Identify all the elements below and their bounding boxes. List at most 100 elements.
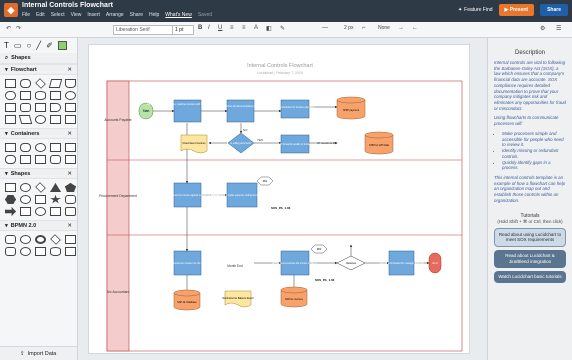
shape-manual[interactable] — [50, 91, 61, 100]
shape-merge[interactable] — [50, 115, 61, 124]
lane-label-accountant[interactable]: A/c Accountant — [107, 290, 130, 294]
underline-icon[interactable]: U — [218, 25, 222, 35]
shape-storage[interactable] — [65, 103, 76, 112]
document-title[interactable]: Internal Controls Flowchart — [22, 2, 113, 9]
shape-cross[interactable] — [35, 195, 46, 204]
menu-edit[interactable]: Edit — [36, 12, 45, 18]
shape-ellipse[interactable] — [20, 195, 31, 204]
shape-pentagon[interactable] — [65, 183, 76, 192]
shape-prep[interactable] — [18, 115, 33, 124]
shape-data-object[interactable] — [65, 235, 76, 244]
whats-new-link[interactable]: What's New — [165, 12, 192, 18]
shape-document[interactable] — [65, 79, 76, 88]
shape-square[interactable] — [5, 183, 16, 192]
shape-ring[interactable] — [35, 207, 46, 216]
swimlane-pool[interactable] — [106, 80, 463, 352]
shape-diamond[interactable] — [35, 182, 46, 193]
shape-decision[interactable] — [35, 78, 46, 89]
shape-container-circle[interactable] — [35, 143, 46, 152]
line-style-icon[interactable]: — — [322, 25, 328, 35]
shape-card[interactable] — [35, 103, 46, 112]
shape-intermediate-event[interactable] — [20, 247, 31, 256]
line-width-select[interactable]: 2 px — [344, 25, 353, 35]
arrow-end-icon[interactable]: → — [398, 25, 404, 35]
tutorial-button-sox[interactable]: Read about using Lucidchart to meet SOX … — [494, 227, 566, 248]
align-left-icon[interactable]: ≡ — [230, 25, 234, 35]
lucidchart-logo-icon[interactable]: ◆ — [4, 3, 18, 17]
canvas-area[interactable]: Internal Controls Flowchart Lucidchart |… — [79, 38, 487, 360]
menu-arrange[interactable]: Arrange — [106, 12, 124, 18]
shape-pool-bpmn[interactable] — [35, 247, 46, 256]
shape-start-event[interactable] — [20, 235, 31, 244]
close-icon[interactable]: ✕ — [67, 171, 72, 177]
font-size-select[interactable]: 1 pt — [172, 25, 194, 35]
shape-sort[interactable] — [65, 115, 76, 124]
shape-block[interactable] — [20, 207, 31, 216]
section-shapes[interactable]: ▾ Shapes ✕ — [0, 168, 77, 179]
shape-group[interactable] — [35, 155, 46, 164]
menu-insert[interactable]: Insert — [87, 12, 100, 18]
shape-container[interactable] — [5, 143, 16, 152]
circle-tool-icon[interactable]: ○ — [26, 41, 31, 50]
shape-task[interactable] — [5, 235, 16, 244]
shape-lane[interactable] — [65, 155, 76, 164]
settings-gear-icon[interactable]: ⚙ — [540, 25, 545, 35]
section-flowchart[interactable]: ▾ Flowchart ✕ — [0, 64, 77, 75]
shape-arrow[interactable] — [5, 207, 16, 216]
align-center-icon[interactable]: ≡ — [242, 25, 246, 35]
shape-container-rounded[interactable] — [20, 143, 31, 152]
arrow-start-icon[interactable]: ← — [412, 25, 418, 35]
shape-database[interactable] — [35, 91, 46, 100]
close-icon[interactable]: ✕ — [67, 223, 72, 229]
shape-bracket[interactable] — [50, 207, 61, 216]
menu-file[interactable]: File — [22, 12, 30, 18]
shape-end-event[interactable] — [35, 235, 46, 244]
feature-find-button[interactable]: ✦ Feature Find — [458, 7, 493, 13]
fill-swatch-icon[interactable] — [57, 41, 67, 50]
shape-predefined[interactable] — [20, 91, 31, 100]
shape-gateway[interactable] — [50, 234, 61, 245]
shape-annotation[interactable] — [65, 247, 76, 256]
shape-star[interactable] — [50, 195, 61, 204]
italic-icon[interactable]: I — [208, 25, 210, 35]
lane-label-procurement[interactable]: Procurement Department — [99, 194, 137, 198]
bold-icon[interactable]: B — [198, 25, 202, 35]
shape-or[interactable] — [35, 115, 46, 124]
shape-hexagon[interactable] — [5, 195, 16, 204]
fill-color-icon[interactable]: ◧ — [266, 25, 272, 35]
database-ap-data[interactable] — [364, 131, 394, 155]
line-tool-icon[interactable]: ╱ — [36, 41, 41, 50]
menu-share[interactable]: Share — [130, 12, 143, 18]
shapes-header[interactable]: ⌕ Shapes — [0, 53, 77, 64]
process-node-schedule-payment[interactable] — [280, 99, 310, 119]
menu-help[interactable]: Help — [149, 12, 159, 18]
shape-swimlane[interactable] — [50, 143, 61, 152]
shape-callout[interactable] — [65, 195, 76, 204]
menu-view[interactable]: View — [71, 12, 82, 18]
arrow-style-select[interactable]: None — [378, 25, 390, 35]
section-bpmn[interactable]: ▾ BPMN 2.0 ✕ — [0, 220, 77, 231]
shape-note[interactable] — [50, 155, 61, 164]
line-type-icon[interactable]: ⌐ — [362, 25, 366, 35]
shape-tape[interactable] — [5, 115, 16, 124]
close-icon[interactable]: ✕ — [67, 131, 72, 137]
shape-delay[interactable] — [50, 103, 61, 112]
shape-display[interactable] — [20, 103, 31, 112]
section-containers[interactable]: ▾ Containers ✕ — [0, 128, 77, 139]
line-color-icon[interactable]: ✎ — [280, 25, 285, 35]
shape-off-page[interactable] — [5, 103, 16, 112]
shape-process[interactable] — [5, 79, 16, 88]
menu-select[interactable]: Select — [51, 12, 65, 18]
shape-circle[interactable] — [20, 183, 31, 192]
process-node-match-docs[interactable] — [226, 99, 255, 123]
shape-frame[interactable] — [20, 155, 31, 164]
text-tool-icon[interactable]: T — [4, 41, 9, 50]
shape-triangle[interactable] — [50, 183, 61, 192]
pen-tool-icon[interactable]: ✐ — [46, 41, 53, 50]
lane-label-accounts-payable[interactable]: Accounts Payable — [104, 118, 131, 122]
tutorial-button-basics[interactable]: Watch Lucidchart basic tutorials — [494, 270, 566, 283]
shape-pool[interactable] — [65, 143, 76, 152]
shape-cube[interactable] — [65, 207, 76, 216]
present-button[interactable]: ▶ Present — [498, 4, 535, 16]
shape-brace[interactable] — [5, 155, 16, 164]
